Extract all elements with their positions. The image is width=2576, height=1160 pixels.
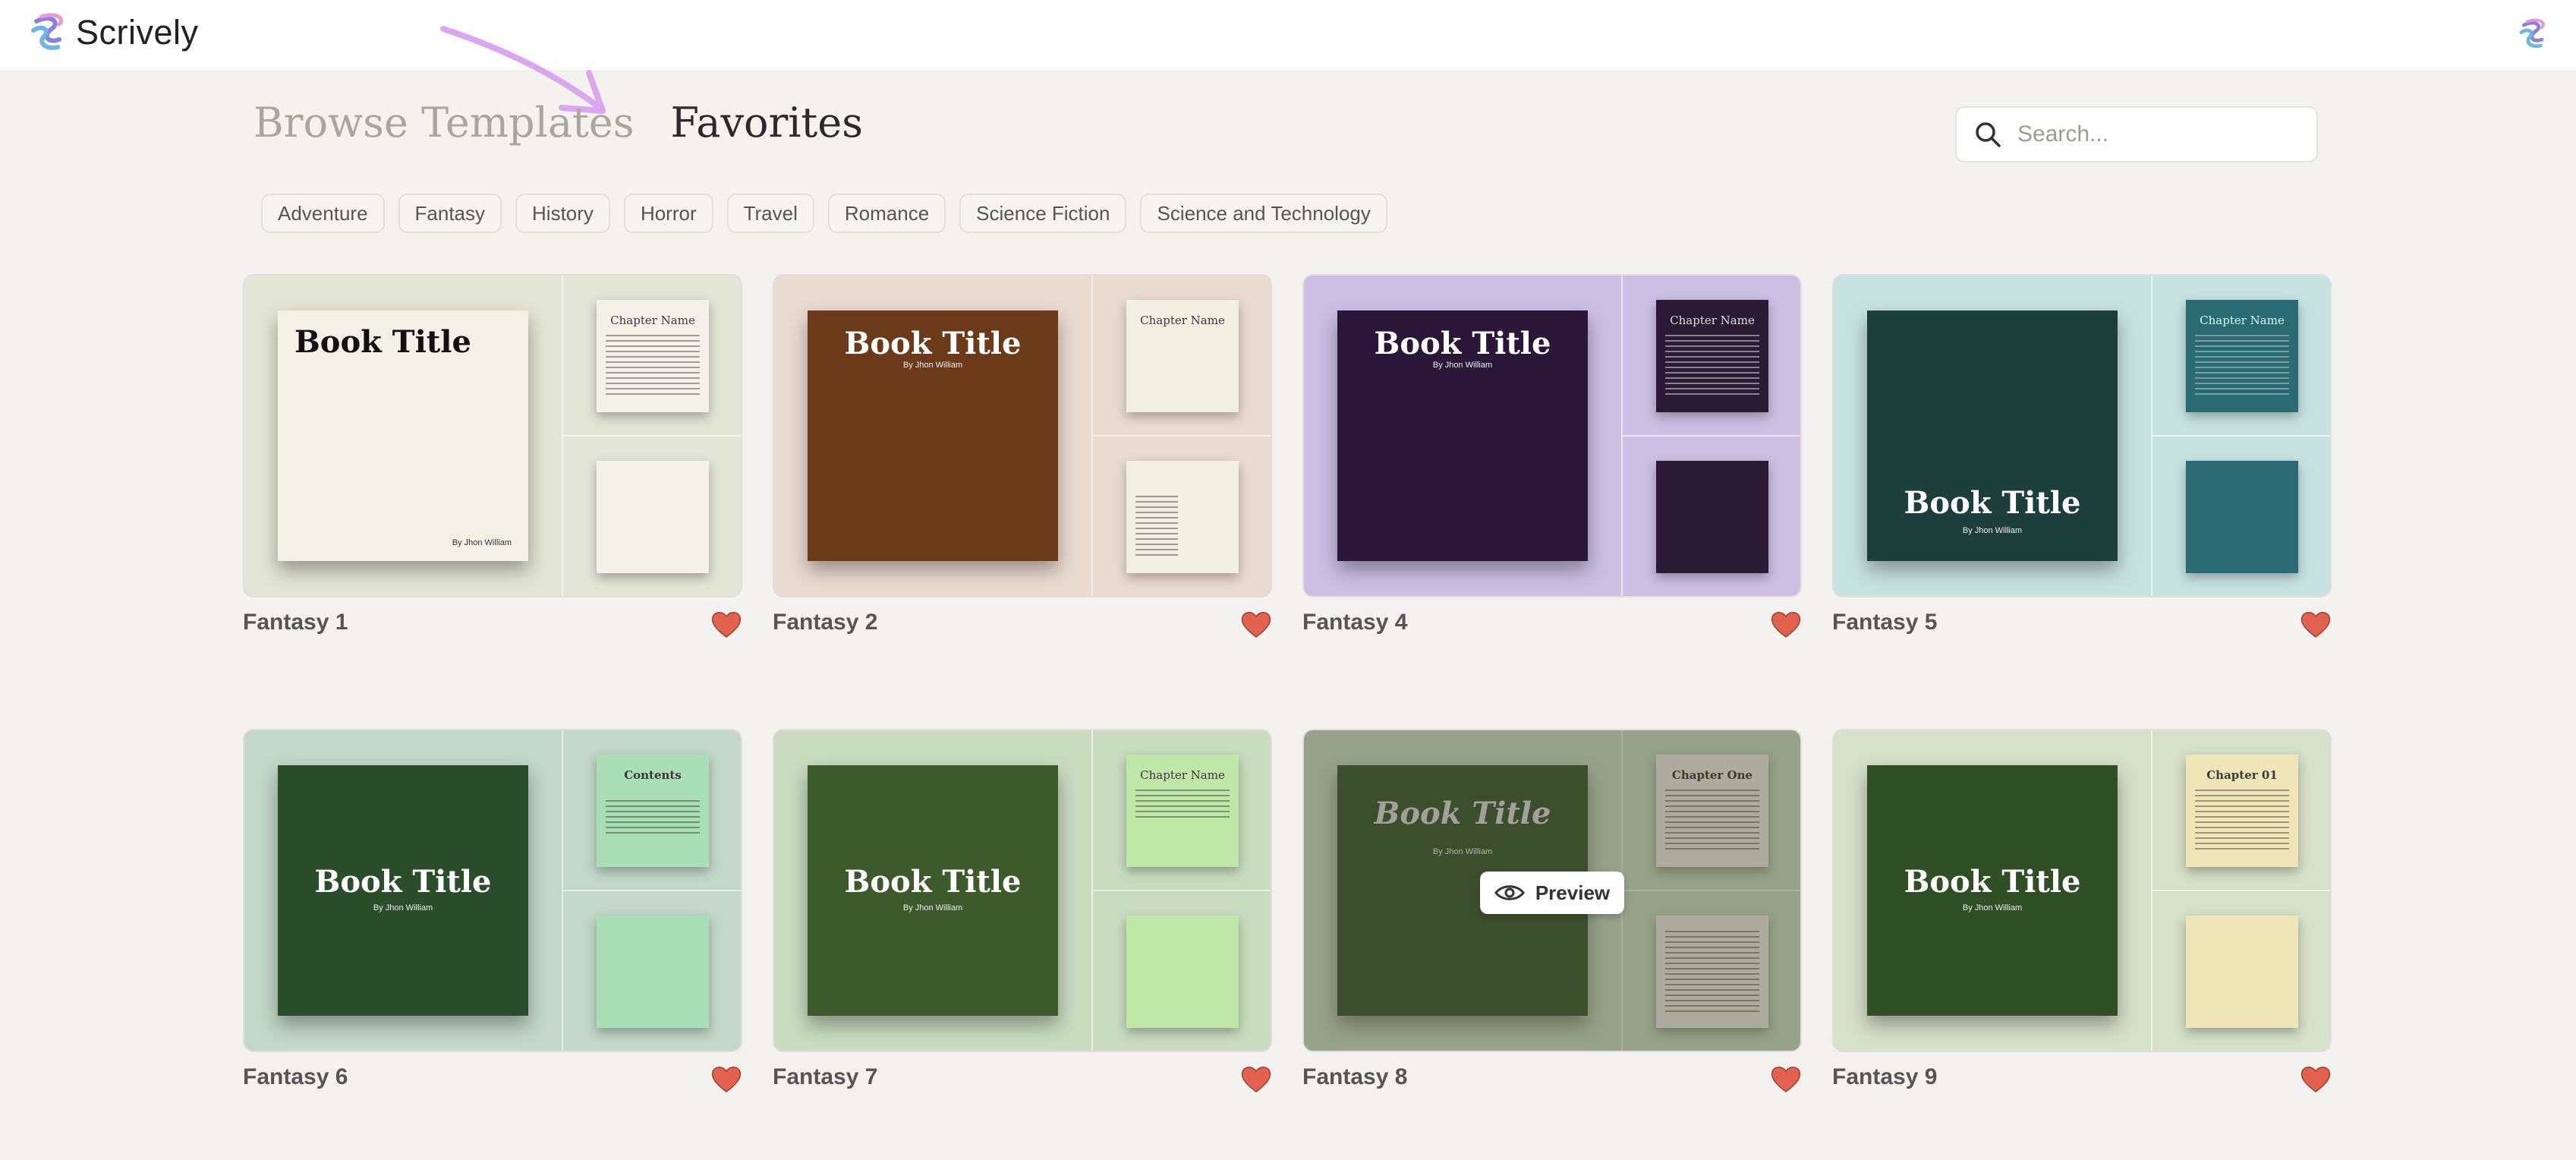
page-heading: Chapter Name — [1670, 314, 1755, 327]
book-page: Chapter Name — [597, 300, 709, 412]
cover-author: By Jhon William — [1432, 361, 1493, 370]
book-cover: Book Title By Jhon William — [808, 310, 1058, 561]
template-card[interactable]: Book Title By Jhon William Chapter Name … — [773, 729, 1272, 1092]
cover-author: By Jhon William — [452, 538, 512, 547]
template-thumbnail[interactable]: Book Title By Jhon William Chapter 01 — [1832, 729, 2332, 1052]
cover-author: By Jhon William — [1962, 903, 2023, 913]
book-page-illustration — [597, 916, 709, 1028]
category-chip-adventure[interactable]: Adventure — [261, 194, 385, 233]
cover-title: Book Title — [294, 324, 471, 360]
template-name: Fantasy 4 — [1302, 610, 1408, 635]
scrively-logo-icon — [31, 13, 63, 50]
template-card[interactable]: Book Title By Jhon William Chapter 01 Fa… — [1832, 729, 2332, 1092]
template-card[interactable]: Book Title By Jhon William Chapter Name … — [773, 274, 1272, 638]
template-card[interactable]: Book Title By Jhon William Chapter Name … — [1832, 274, 2332, 638]
page-heading: Chapter 01 — [2206, 768, 2278, 782]
book-page-illustration — [2186, 461, 2298, 573]
category-chip-horror[interactable]: Horror — [623, 194, 713, 233]
book-cover: Book Title By Jhon William — [1337, 310, 1588, 561]
tab-browse-templates[interactable]: Browse Templates — [254, 99, 634, 147]
template-name: Fantasy 7 — [773, 1064, 878, 1089]
heart-icon[interactable] — [1770, 610, 1802, 638]
page-heading: Chapter Name — [1140, 768, 1225, 782]
category-chip-travel[interactable]: Travel — [726, 194, 814, 233]
page-heading: Chapter Name — [1140, 314, 1225, 327]
cover-author: By Jhon William — [373, 903, 433, 913]
preview-button[interactable]: Preview — [1480, 872, 1624, 914]
heart-icon[interactable] — [1240, 1064, 1272, 1093]
page-tabs: Browse Templates Favorites — [254, 99, 863, 147]
book-page-illustration — [1126, 916, 1239, 1028]
book-cover: Book Title By Jhon William — [808, 765, 1058, 1016]
user-menu[interactable] — [2515, 17, 2550, 55]
scrively-logo-icon — [2519, 18, 2545, 49]
cover-title: Book Title — [1904, 485, 2081, 521]
page-heading: Chapter Name — [610, 314, 695, 327]
search-input[interactable] — [2016, 121, 2307, 148]
heart-icon[interactable] — [710, 1064, 742, 1093]
cover-author: By Jhon William — [902, 903, 963, 913]
top-bar: Scrively — [0, 0, 2576, 71]
template-card[interactable]: Book Title By Jhon William Chapter One P… — [1302, 729, 1802, 1092]
book-page: Contents — [597, 755, 709, 867]
template-name: Fantasy 6 — [243, 1064, 348, 1089]
cover-title: Book Title — [1374, 326, 1551, 361]
eye-icon — [1494, 885, 1525, 900]
template-thumbnail[interactable]: Book Title By Jhon William Chapter Name — [1302, 274, 1802, 597]
book-page-illustration — [1656, 461, 1768, 573]
book-cover: Book Title By Jhon William — [1867, 765, 2118, 1016]
template-name: Fantasy 8 — [1302, 1064, 1408, 1089]
template-name: Fantasy 1 — [243, 610, 348, 635]
book-page: Chapter 01 — [2186, 755, 2298, 867]
category-chip-romance[interactable]: Romance — [827, 194, 946, 233]
template-card[interactable]: Book Title By Jhon William Chapter Name … — [1302, 274, 1802, 638]
book-page-illustration — [2186, 916, 2298, 1028]
template-name: Fantasy 5 — [1832, 610, 1938, 635]
search-box[interactable] — [1955, 106, 2318, 162]
book-page: Chapter Name — [2186, 300, 2298, 412]
heart-icon[interactable] — [1770, 1064, 1802, 1093]
cover-author: By Jhon William — [1962, 526, 2023, 535]
book-page-illustration — [1126, 461, 1239, 573]
template-thumbnail[interactable]: Book Title By Jhon William Chapter Name — [773, 729, 1272, 1052]
search-icon — [1976, 122, 2001, 147]
cover-title: Book Title — [1904, 864, 2081, 900]
book-page: Chapter Name — [1126, 755, 1239, 867]
template-thumbnail[interactable]: Book Title By Jhon William Chapter Name — [1832, 274, 2332, 597]
template-thumbnail[interactable]: Book Title By Jhon William Chapter Name — [773, 274, 1272, 597]
heart-icon[interactable] — [2300, 1064, 2332, 1093]
heart-icon[interactable] — [710, 610, 742, 638]
brand-name: Scrively — [76, 13, 199, 52]
brand[interactable]: Scrively — [26, 11, 199, 55]
category-chip-fantasy[interactable]: Fantasy — [398, 194, 502, 233]
cover-author: By Jhon William — [902, 361, 963, 370]
cover-title: Book Title — [844, 864, 1022, 900]
book-cover: Book Title By Jhon William — [278, 310, 528, 561]
cover-title: Book Title — [844, 326, 1022, 361]
book-cover: Book Title By Jhon William — [278, 765, 528, 1016]
page-heading: Contents — [624, 768, 682, 782]
category-chip-science-fiction[interactable]: Science Fiction — [959, 194, 1127, 233]
heart-icon[interactable] — [1240, 610, 1272, 638]
book-page: Chapter Name — [1656, 300, 1768, 412]
book-page-illustration — [597, 461, 709, 573]
template-card[interactable]: Book Title By Jhon William Contents Fant… — [243, 729, 742, 1092]
cover-title: Book Title — [314, 864, 492, 900]
category-chip-history[interactable]: History — [515, 194, 610, 233]
template-name: Fantasy 2 — [773, 610, 878, 635]
category-filters: Adventure Fantasy History Horror Travel … — [261, 194, 1387, 233]
template-name: Fantasy 9 — [1832, 1064, 1938, 1089]
template-thumbnail[interactable]: Book Title By Jhon William Chapter One P… — [1302, 729, 1802, 1052]
tab-favorites[interactable]: Favorites — [670, 99, 862, 147]
book-page: Chapter Name — [1126, 300, 1239, 412]
category-chip-science-and-technology[interactable]: Science and Technology — [1140, 194, 1387, 233]
template-thumbnail[interactable]: Book Title By Jhon William Contents — [243, 729, 742, 1052]
page-heading: Chapter Name — [2200, 314, 2285, 327]
heart-icon[interactable] — [2300, 610, 2332, 638]
template-card[interactable]: Book Title By Jhon William Chapter Name … — [243, 274, 742, 638]
preview-label: Preview — [1535, 881, 1611, 904]
template-thumbnail[interactable]: Book Title By Jhon William Chapter Name — [243, 274, 742, 597]
book-cover: Book Title By Jhon William — [1867, 310, 2118, 561]
